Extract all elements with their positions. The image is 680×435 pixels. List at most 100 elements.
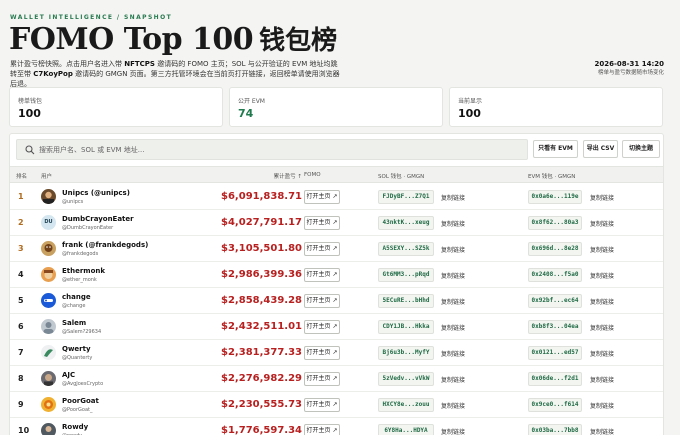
pnl-value: $2,381,377.33 xyxy=(221,347,302,358)
copy-sol-link-button[interactable]: 复制链接 xyxy=(441,193,465,202)
table-row: 9 PoorGoat @PoorGoat_ $2,230,555.73 打开主页 ↗ HX… xyxy=(10,392,663,418)
evm-address-link[interactable]: 0x9ce0...f614 xyxy=(528,398,582,412)
copy-evm-link-button[interactable]: 复制链接 xyxy=(590,401,614,410)
sol-address-link[interactable]: 6Y8Ha...HDYA xyxy=(378,424,434,435)
copy-evm-link-button[interactable]: 复制链接 xyxy=(590,427,614,435)
column-sol: SOL 钱包 · GMGN xyxy=(378,174,425,180)
snapshot-date: 2026-08-31 14:20 xyxy=(594,60,665,68)
rank: 6 xyxy=(18,322,24,331)
copy-sol-link-button[interactable]: 复制链接 xyxy=(441,219,465,228)
table-row: 6 Salem @Salem?29634 $2,432,511.01 打开主页 ↗ CDY… xyxy=(10,314,663,340)
sol-address-link[interactable]: A5SEXY...SZ5k xyxy=(378,242,434,256)
evm-address-link[interactable]: 0x03ba...7bb8 xyxy=(528,424,582,435)
open-profile-button[interactable]: 打开主页 ↗ xyxy=(304,372,340,386)
sol-address-link[interactable]: FJDyBF...Z7Q1 xyxy=(378,190,434,204)
pnl-value: $2,276,982.29 xyxy=(221,373,302,384)
avatar xyxy=(41,345,56,360)
toggle-theme-button[interactable]: 切换主题 xyxy=(622,140,660,158)
user-name-link[interactable]: PoorGoat xyxy=(62,397,99,405)
stat-card-showing: 当前显示 100 xyxy=(449,87,663,127)
evm-address-link[interactable]: 0x92bf...ec64 xyxy=(528,294,582,308)
sol-address-link[interactable]: CDY1JB...Hkka xyxy=(378,320,434,334)
sol-address-link[interactable]: 5ECuRE...bHhd xyxy=(378,294,434,308)
copy-sol-link-button[interactable]: 复制链接 xyxy=(441,375,465,384)
rank: 5 xyxy=(18,296,24,305)
copy-evm-link-button[interactable]: 复制链接 xyxy=(590,323,614,332)
evm-address-link[interactable]: 0x696d...8e28 xyxy=(528,242,582,256)
copy-evm-link-button[interactable]: 复制链接 xyxy=(590,375,614,384)
stat-card-wallets: 榜单钱包 100 xyxy=(9,87,223,127)
sol-address-link[interactable]: HXCY8e...zouu xyxy=(378,398,434,412)
column-user[interactable]: 用户 xyxy=(41,172,52,180)
user-name-link[interactable]: change xyxy=(62,293,91,301)
open-profile-button[interactable]: 打开主页 ↗ xyxy=(304,346,340,360)
pnl-value: $2,230,555.73 xyxy=(221,399,302,410)
open-profile-button[interactable]: 打开主页 ↗ xyxy=(304,294,340,308)
sol-address-link[interactable]: Gt6MM3...pRqd xyxy=(378,268,434,282)
user-name-link[interactable]: Ethermonk xyxy=(62,267,105,275)
avatar xyxy=(41,319,56,334)
copy-sol-link-button[interactable]: 复制链接 xyxy=(441,401,465,410)
evm-address-link[interactable]: 0xb8f3...04ea xyxy=(528,320,582,334)
avatar xyxy=(41,267,56,282)
evm-address-link[interactable]: 0x8f62...80a3 xyxy=(528,216,582,230)
evm-address-link[interactable]: 0x0121...ed57 xyxy=(528,346,582,360)
sol-address-link[interactable]: 43nktK...xeug xyxy=(378,216,434,230)
copy-evm-link-button[interactable]: 复制链接 xyxy=(590,219,614,228)
copy-sol-link-button[interactable]: 复制链接 xyxy=(441,323,465,332)
user-name-link[interactable]: Unipcs (@unipcs) xyxy=(62,189,130,197)
rank: 8 xyxy=(18,374,24,383)
invite-code-fomo: NFTCPS xyxy=(124,60,155,68)
copy-evm-link-button[interactable]: 复制链接 xyxy=(590,271,614,280)
user-name-link[interactable]: Rowdy xyxy=(62,423,88,431)
evm-address-link[interactable]: 0x0a6e...119e xyxy=(528,190,582,204)
evm-only-button[interactable]: 只看有 EVM xyxy=(533,140,578,158)
column-pnl[interactable]: 累计盈亏 ↑ xyxy=(274,172,302,180)
snapshot-meta: 2026-08-31 14:20 榜单与盈亏数据随市场变化 xyxy=(595,60,665,78)
user-name-link[interactable]: DumbCrayonEater xyxy=(62,215,134,223)
open-profile-button[interactable]: 打开主页 ↗ xyxy=(304,242,340,256)
user-name-link[interactable]: frank (@frankdegods) xyxy=(62,241,148,249)
copy-sol-link-button[interactable]: 复制链接 xyxy=(441,271,465,280)
user-name-link[interactable]: Qwerty xyxy=(62,345,91,353)
copy-evm-link-button[interactable]: 复制链接 xyxy=(590,245,614,254)
column-rank[interactable]: 排名 xyxy=(16,172,27,180)
evm-address-link[interactable]: 0x06de...f2d1 xyxy=(528,372,582,386)
pnl-value: $3,105,501.80 xyxy=(221,243,302,254)
sol-address-link[interactable]: Bj6u3b...MyfY xyxy=(378,346,434,360)
rank: 7 xyxy=(18,348,24,357)
eyebrow: WALLET INTELLIGENCE / SNAPSHOT xyxy=(10,14,173,21)
search-box[interactable] xyxy=(16,139,528,160)
copy-evm-link-button[interactable]: 复制链接 xyxy=(590,349,614,358)
evm-address-link[interactable]: 0x2408...f5a0 xyxy=(528,268,582,282)
table-row: 8 AJC @AvgJoesCrypto $2,276,982.29 打开主页 ↗ 5zV… xyxy=(10,366,663,392)
pnl-value: $1,776,597.34 xyxy=(221,425,302,435)
column-fomo: FOMO xyxy=(304,172,321,178)
copy-evm-link-button[interactable]: 复制链接 xyxy=(590,297,614,306)
user-handle: @AvgJoesCrypto xyxy=(62,381,104,387)
copy-evm-link-button[interactable]: 复制链接 xyxy=(590,193,614,202)
open-profile-button[interactable]: 打开主页 ↗ xyxy=(304,398,340,412)
user-name-link[interactable]: Salem xyxy=(62,319,86,327)
user-handle: @PoorGoat_ xyxy=(62,407,93,413)
open-profile-button[interactable]: 打开主页 ↗ xyxy=(304,320,340,334)
copy-sol-link-button[interactable]: 复制链接 xyxy=(441,245,465,254)
stat-label: 榜单钱包 xyxy=(18,98,43,105)
stat-card-public-evm: 公开 EVM 74 xyxy=(229,87,443,127)
user-handle: @unipcs xyxy=(62,199,84,205)
leaderboard-panel: 只看有 EVM 导出 CSV 切换主题 排名 用户 累计盈亏 ↑ FOMO SO… xyxy=(9,133,664,435)
copy-sol-link-button[interactable]: 复制链接 xyxy=(441,297,465,306)
avatar xyxy=(41,189,56,204)
user-handle: @DumbCrayonEater xyxy=(62,225,114,231)
open-profile-button[interactable]: 打开主页 ↗ xyxy=(304,216,340,230)
open-profile-button[interactable]: 打开主页 ↗ xyxy=(304,424,340,435)
open-profile-button[interactable]: 打开主页 ↗ xyxy=(304,190,340,204)
search-input[interactable] xyxy=(39,142,519,157)
description-text-1: 累计盈亏榜快照。点击用户名进入带 xyxy=(10,60,125,68)
open-profile-button[interactable]: 打开主页 ↗ xyxy=(304,268,340,282)
user-name-link[interactable]: AJC xyxy=(62,371,75,379)
copy-sol-link-button[interactable]: 复制链接 xyxy=(441,427,465,435)
export-csv-button[interactable]: 导出 CSV xyxy=(583,140,618,158)
copy-sol-link-button[interactable]: 复制链接 xyxy=(441,349,465,358)
sol-address-link[interactable]: 5zVedv...vVkW xyxy=(378,372,434,386)
